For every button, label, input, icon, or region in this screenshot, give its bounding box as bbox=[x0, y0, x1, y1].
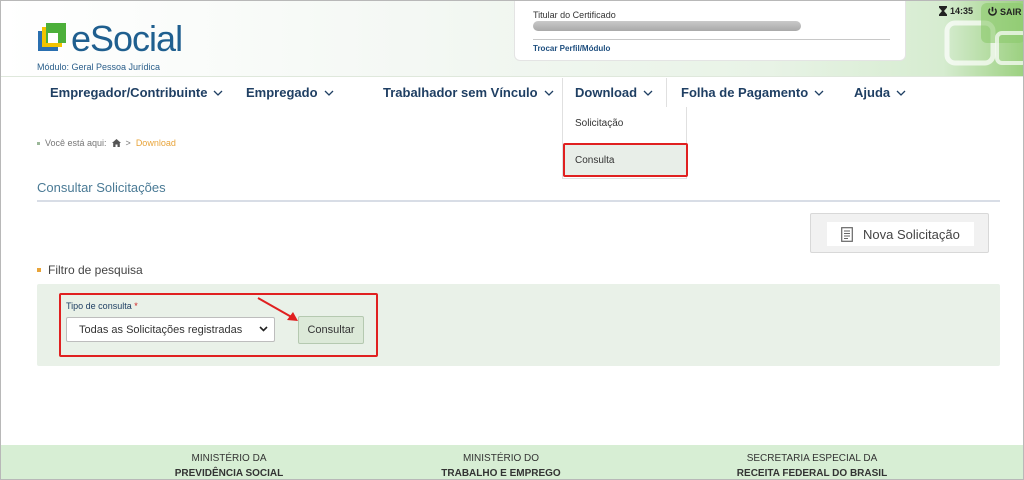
certificate-label: Titular do Certificado bbox=[533, 10, 616, 20]
nav-item-empregado[interactable]: Empregado bbox=[246, 85, 334, 100]
breadcrumb-separator: > bbox=[125, 138, 131, 148]
esocial-logo-icon bbox=[38, 23, 66, 51]
document-icon bbox=[841, 226, 853, 242]
nav-label: Ajuda bbox=[854, 85, 891, 100]
logout-label: SAIR bbox=[1000, 6, 1022, 17]
menu-item-label: Consulta bbox=[575, 155, 615, 166]
menu-item-consulta[interactable]: Consulta bbox=[563, 143, 688, 177]
footer-line1: MINISTÉRIO DO bbox=[462, 453, 540, 464]
certificate-name-bar bbox=[533, 21, 801, 31]
divider bbox=[533, 39, 890, 40]
nav-label: Folha de Pagamento bbox=[681, 85, 809, 100]
nav-label: Empregado bbox=[246, 85, 318, 100]
hourglass-icon bbox=[939, 6, 947, 16]
header: eSocial Módulo: Geral Pessoa Jurídica Ti… bbox=[1, 1, 1023, 77]
new-request-button[interactable]: Nova Solicitação bbox=[810, 213, 989, 253]
bullet bbox=[37, 268, 41, 272]
certificate-panel: Titular do Certificado Trocar Perfil/Mód… bbox=[514, 1, 906, 61]
breadcrumb-prefix: Você está aqui: bbox=[45, 138, 107, 148]
chevron-down-icon bbox=[213, 90, 223, 96]
footer: MINISTÉRIO DA PREVIDÊNCIA SOCIAL MINISTÉ… bbox=[1, 445, 1023, 479]
logout-button[interactable]: SAIR bbox=[987, 6, 1022, 17]
nav-label: Download bbox=[575, 85, 638, 100]
chevron-down-icon bbox=[544, 90, 554, 96]
new-request-label: Nova Solicitação bbox=[863, 226, 960, 242]
home-icon[interactable] bbox=[111, 139, 121, 147]
module-label: Módulo: Geral Pessoa Jurídica bbox=[37, 62, 161, 72]
download-dropdown: Solicitação Consulta bbox=[562, 107, 688, 179]
main-nav: Empregador/Contribuinte Empregado Trabal… bbox=[1, 78, 1023, 107]
nav-item-empregador[interactable]: Empregador/Contribuinte bbox=[50, 85, 223, 100]
footer-ministry-2: MINISTÉRIO DO TRABALHO E EMPREGO bbox=[433, 451, 569, 479]
power-icon bbox=[988, 6, 997, 16]
footer-line2: RECEITA FEDERAL DO BRASIL bbox=[736, 468, 888, 479]
filter-title-text: Filtro de pesquisa bbox=[48, 263, 143, 277]
breadcrumb: Você está aqui: > Download bbox=[37, 138, 176, 148]
footer-line1: SECRETARIA ESPECIAL DA bbox=[746, 453, 878, 464]
filter-section-title: Filtro de pesquisa bbox=[37, 263, 143, 277]
bullet bbox=[37, 141, 40, 145]
nav-item-trabalhador[interactable]: Trabalhador sem Vínculo bbox=[383, 85, 554, 100]
footer-secretaria: SECRETARIA ESPECIAL DA RECEITA FEDERAL D… bbox=[727, 451, 897, 479]
footer-line2: TRABALHO E EMPREGO bbox=[441, 468, 561, 479]
menu-item-solicitacao[interactable]: Solicitação bbox=[575, 118, 623, 129]
new-request-inner: Nova Solicitação bbox=[827, 222, 974, 246]
chevron-down-icon bbox=[324, 90, 333, 96]
footer-ministry-1: MINISTÉRIO DA PREVIDÊNCIA SOCIAL bbox=[161, 451, 297, 479]
consultar-button[interactable]: Consultar bbox=[298, 316, 364, 344]
title-divider bbox=[37, 200, 1000, 202]
chevron-down-icon bbox=[643, 90, 653, 96]
change-profile-link[interactable]: Trocar Perfil/Módulo bbox=[533, 44, 610, 53]
session-timer: 14:35 bbox=[939, 6, 973, 16]
nav-label: Empregador/Contribuinte bbox=[50, 85, 208, 100]
footer-line2: PREVIDÊNCIA SOCIAL bbox=[174, 468, 284, 479]
breadcrumb-current[interactable]: Download bbox=[136, 138, 176, 148]
time-text: 14:35 bbox=[950, 6, 974, 16]
chevron-down-icon bbox=[259, 326, 268, 332]
nav-item-folha[interactable]: Folha de Pagamento bbox=[681, 85, 824, 100]
required-mark: * bbox=[134, 301, 138, 311]
logo-text: eSocial bbox=[71, 18, 183, 59]
tipo-label-text: Tipo de consulta bbox=[66, 301, 132, 311]
nav-item-download[interactable]: Download bbox=[575, 85, 653, 100]
app-window: eSocial Módulo: Geral Pessoa Jurídica Ti… bbox=[0, 0, 1024, 480]
tipo-consulta-select[interactable]: Todas as Solicitações registradas bbox=[66, 317, 275, 342]
chevron-down-icon bbox=[814, 90, 824, 96]
nav-item-ajuda[interactable]: Ajuda bbox=[854, 85, 906, 100]
select-value: Todas as Solicitações registradas bbox=[79, 323, 243, 336]
tipo-consulta-label: Tipo de consulta * bbox=[66, 301, 138, 311]
chevron-down-icon bbox=[896, 90, 906, 96]
page-title: Consultar Solicitações bbox=[37, 180, 166, 195]
nav-label: Trabalhador sem Vínculo bbox=[383, 85, 538, 100]
footer-line1: MINISTÉRIO DA bbox=[191, 453, 267, 464]
